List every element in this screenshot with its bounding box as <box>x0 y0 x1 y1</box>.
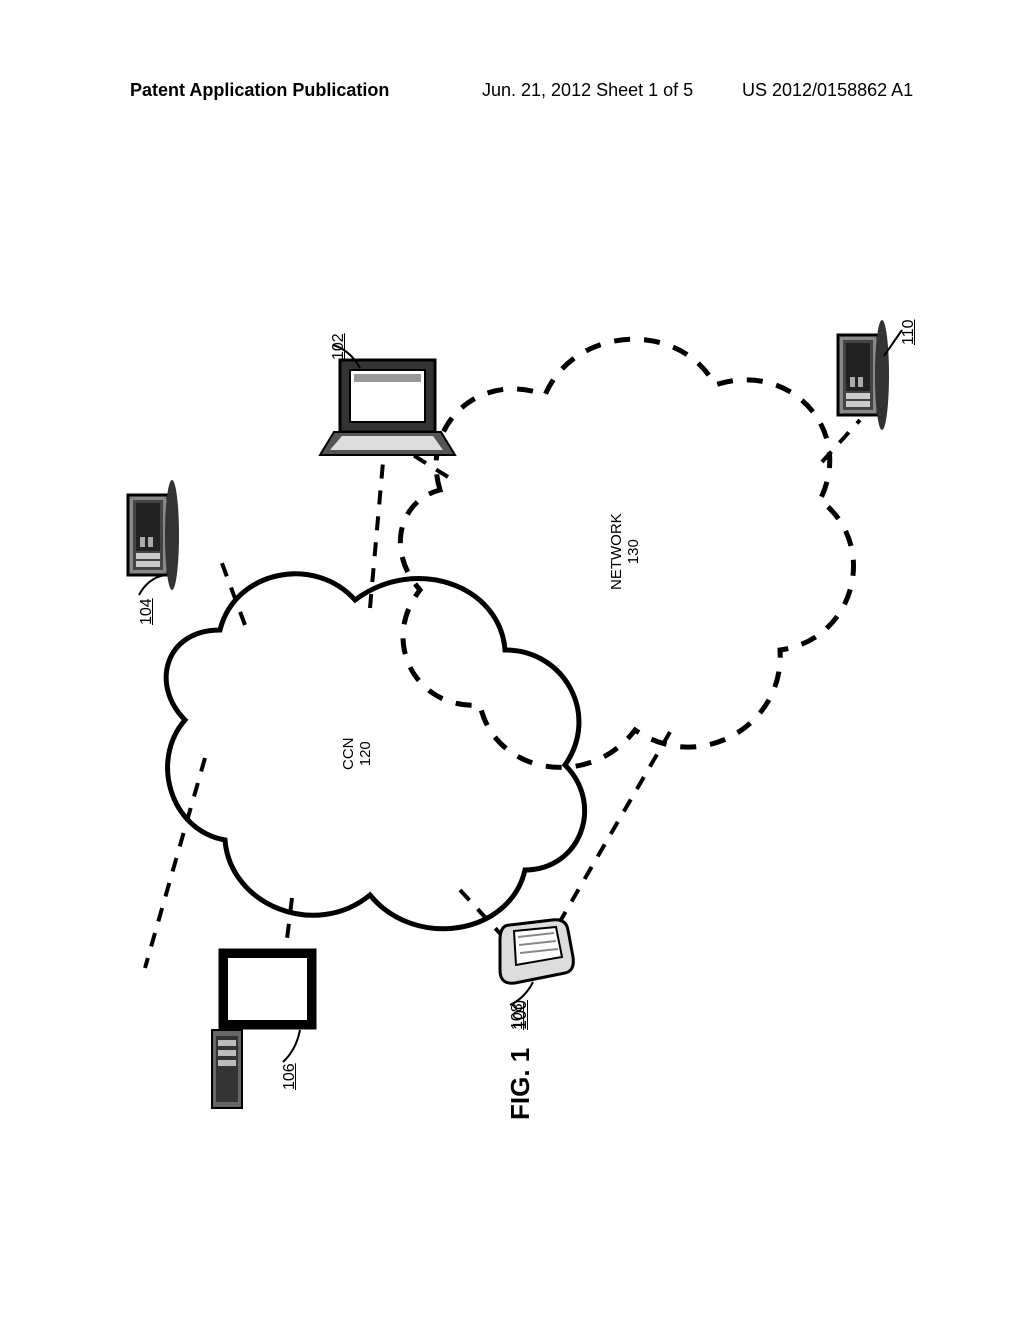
page-header: Patent Application Publication Jun. 21, … <box>0 80 1024 120</box>
handheld-icon <box>500 920 573 984</box>
server-left-ref: 104 <box>138 598 156 625</box>
figure-caption-text: FIG. 1 <box>505 1048 536 1120</box>
header-right: US 2012/0158862 A1 <box>742 80 913 101</box>
laptop-icon <box>320 360 455 455</box>
desktop-ref: 106 <box>281 1063 299 1090</box>
header-center: Jun. 21, 2012 Sheet 1 of 5 <box>482 80 693 101</box>
ccn-label-block: CCN 120 <box>340 738 374 771</box>
figure-canvas: 102 104 106 108 110 CCN 120 NETWORK 130 … <box>0 150 1024 1150</box>
desktop-icon <box>212 950 315 1108</box>
ccn-cloud <box>166 574 584 929</box>
ccn-label: CCN <box>340 738 357 771</box>
network-ref: 130 <box>625 539 642 564</box>
server-right-icon <box>838 320 889 430</box>
figure-caption: FIG. 1 <box>505 1120 577 1151</box>
header-left: Patent Application Publication <box>130 80 389 101</box>
figure-overall-ref: 100 <box>510 1000 531 1030</box>
network-label: NETWORK <box>608 513 625 590</box>
server-left-icon <box>128 480 179 590</box>
server-right-ref: 110 <box>900 319 918 345</box>
network-label-block: NETWORK 130 <box>608 513 642 590</box>
laptop-ref: 102 <box>330 333 348 360</box>
ccn-ref: 120 <box>357 741 374 766</box>
